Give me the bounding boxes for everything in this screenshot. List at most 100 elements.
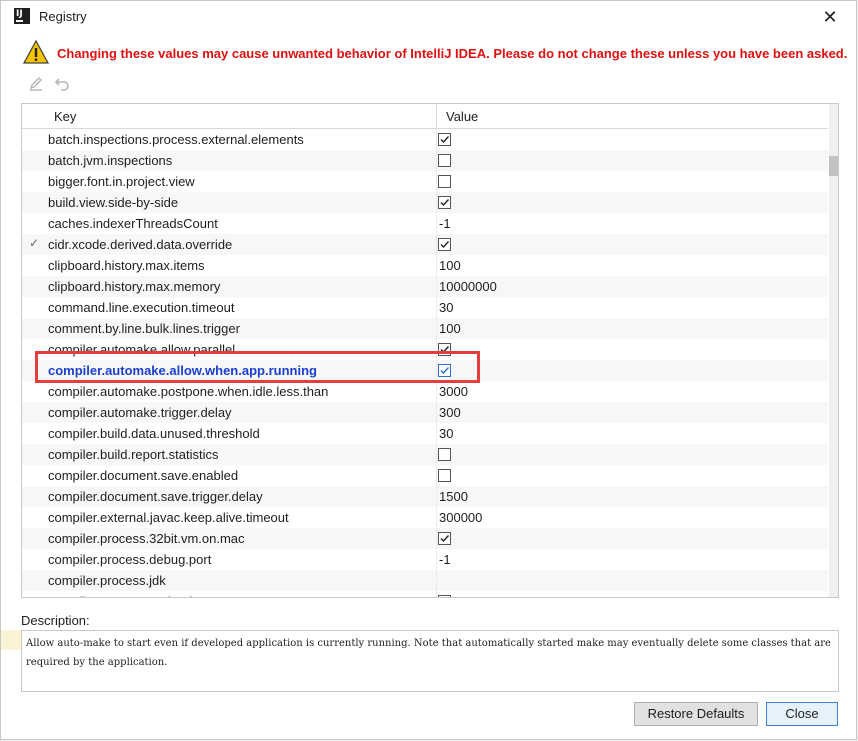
value-checkbox[interactable]	[438, 238, 451, 251]
undo-icon[interactable]	[53, 75, 71, 93]
row-key: compiler.process.jdk	[48, 573, 166, 588]
column-divider	[436, 444, 437, 465]
row-value[interactable]: 30	[439, 426, 453, 441]
column-divider	[436, 192, 437, 213]
row-key: compiler.automake.allow.parallel	[48, 342, 236, 357]
warning-banner: Changing these values may cause unwanted…	[23, 39, 847, 67]
checkmark-icon	[440, 367, 450, 375]
table-row[interactable]: comment.by.line.bulk.lines.trigger 100	[22, 318, 828, 339]
table-row[interactable]: compiler.document.save.trigger.delay 1500	[22, 486, 828, 507]
value-checkbox[interactable]	[438, 133, 451, 146]
checkmark-icon	[440, 241, 450, 249]
value-checkbox[interactable]	[438, 196, 451, 209]
table-row[interactable]: compiler.document.save.enabled	[22, 465, 828, 486]
column-divider	[436, 381, 437, 402]
value-checkbox[interactable]	[438, 364, 451, 377]
table-row[interactable]: compiler.automake.trigger.delay 300	[22, 402, 828, 423]
table-row[interactable]: bigger.font.in.project.view	[22, 171, 828, 192]
row-value[interactable]: 100	[439, 321, 461, 336]
column-divider	[436, 507, 437, 528]
row-key: command.line.execution.timeout	[48, 300, 235, 315]
column-divider	[436, 570, 437, 591]
row-value[interactable]: -1	[439, 216, 451, 231]
pencil-icon[interactable]	[27, 75, 45, 93]
row-key: batch.jvm.inspections	[48, 153, 173, 168]
column-divider	[436, 318, 437, 339]
checkmark-icon	[440, 346, 450, 354]
value-checkbox[interactable]	[438, 595, 451, 597]
table-row[interactable]: batch.inspections.process.external.eleme…	[22, 129, 828, 150]
vertical-scrollbar[interactable]	[829, 104, 838, 597]
window-title: Registry	[39, 9, 87, 24]
checkmark-icon	[440, 535, 450, 543]
value-checkbox[interactable]	[438, 532, 451, 545]
column-divider	[436, 402, 437, 423]
row-value[interactable]: 10000000	[439, 279, 497, 294]
row-key: build.view.side-by-side	[48, 195, 179, 210]
value-checkbox[interactable]	[438, 343, 451, 356]
table-row[interactable]: compiler.external.javac.keep.alive.timeo…	[22, 507, 828, 528]
column-divider	[436, 423, 437, 444]
row-key: compiler.build.report.statistics	[48, 447, 219, 462]
row-key: compiler.build.data.unused.threshold	[48, 426, 260, 441]
row-value[interactable]: 100	[439, 258, 461, 273]
value-checkbox[interactable]	[438, 154, 451, 167]
table-row[interactable]: clipboard.history.max.memory 10000000	[22, 276, 828, 297]
value-checkbox[interactable]	[438, 448, 451, 461]
modified-checkmark-icon: ✓	[29, 236, 40, 250]
scroll-thumb[interactable]	[829, 156, 838, 176]
table-row[interactable]: compiler.automake.allow.when.app.running	[22, 360, 828, 381]
row-key: batch.inspections.process.external.eleme…	[48, 132, 304, 147]
column-divider	[436, 549, 437, 570]
row-key: clipboard.history.max.items	[48, 258, 205, 273]
close-button[interactable]: Close	[766, 702, 838, 726]
registry-dialog: IJ Registry ✕ Changing these values may …	[0, 0, 857, 740]
registry-table[interactable]: Key Value batch.inspections.process.exte…	[21, 103, 839, 598]
checkmark-icon	[440, 199, 450, 207]
table-row[interactable]: compiler.build.data.unused.threshold 30	[22, 423, 828, 444]
column-divider	[436, 276, 437, 297]
table-row[interactable]: compiler.automake.allow.parallel	[22, 339, 828, 360]
table-row[interactable]: ✓ cidr.xcode.derived.data.override	[22, 234, 828, 255]
row-value[interactable]: 3000	[439, 384, 468, 399]
table-row[interactable]: caches.indexerThreadsCount -1	[22, 213, 828, 234]
table-row[interactable]: compiler.process.32bit.vm.on.mac	[22, 528, 828, 549]
table-row[interactable]: command.line.execution.timeout 30	[22, 297, 828, 318]
table-row[interactable]: build.view.side-by-side	[22, 192, 828, 213]
column-divider	[436, 129, 437, 150]
row-value[interactable]: 1500	[439, 489, 468, 504]
table-row[interactable]: compiler.process.preload	[22, 591, 828, 597]
row-value[interactable]: 300	[439, 405, 461, 420]
row-key: caches.indexerThreadsCount	[48, 216, 218, 231]
row-key: compiler.external.javac.keep.alive.timeo…	[48, 510, 289, 525]
table-row[interactable]: compiler.process.debug.port -1	[22, 549, 828, 570]
row-key: bigger.font.in.project.view	[48, 174, 195, 189]
table-row[interactable]: compiler.automake.postpone.when.idle.les…	[22, 381, 828, 402]
column-divider	[436, 255, 437, 276]
value-checkbox[interactable]	[438, 175, 451, 188]
table-header: Key Value	[22, 104, 828, 129]
table-row[interactable]: batch.jvm.inspections	[22, 150, 828, 171]
column-divider	[436, 465, 437, 486]
toolbar	[27, 75, 87, 95]
background-stripe	[1, 630, 21, 650]
table-row[interactable]: clipboard.history.max.items 100	[22, 255, 828, 276]
row-key: compiler.process.debug.port	[48, 552, 212, 567]
column-divider	[436, 213, 437, 234]
table-row[interactable]: compiler.build.report.statistics	[22, 444, 828, 465]
row-value[interactable]: 300000	[439, 510, 482, 525]
column-divider	[436, 297, 437, 318]
row-value[interactable]: 30	[439, 300, 453, 315]
header-key[interactable]: Key	[54, 109, 76, 124]
column-divider	[436, 234, 437, 255]
close-icon[interactable]: ✕	[818, 5, 842, 29]
warning-text: Changing these values may cause unwanted…	[57, 46, 848, 61]
table-row[interactable]: compiler.process.jdk	[22, 570, 828, 591]
description-text: Allow auto-make to start even if develop…	[21, 630, 839, 692]
row-value[interactable]: -1	[439, 552, 451, 567]
row-key: compiler.process.32bit.vm.on.mac	[48, 531, 245, 546]
value-checkbox[interactable]	[438, 469, 451, 482]
header-value[interactable]: Value	[446, 109, 478, 124]
restore-defaults-button[interactable]: Restore Defaults	[634, 702, 758, 726]
column-divider	[436, 486, 437, 507]
